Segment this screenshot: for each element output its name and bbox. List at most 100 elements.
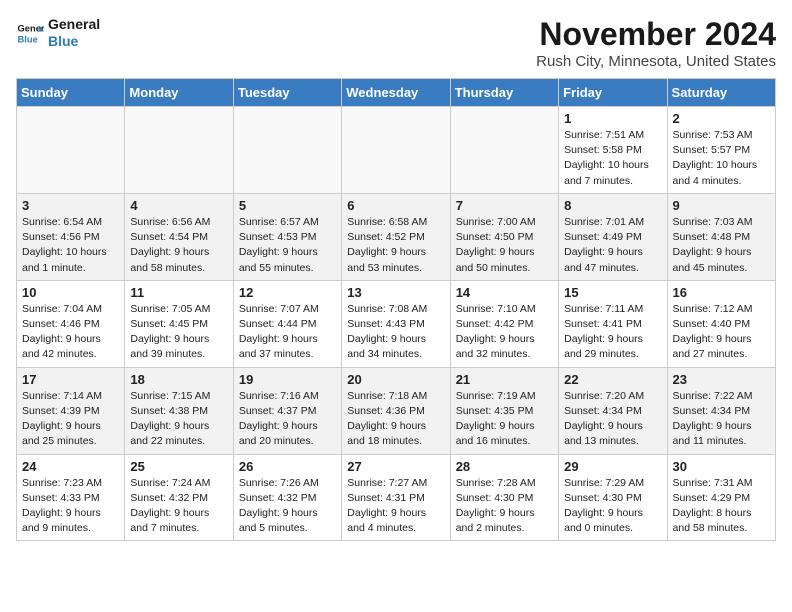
month-title: November 2024	[536, 16, 776, 53]
day-number: 16	[673, 285, 770, 300]
day-number: 4	[130, 198, 227, 213]
day-number: 15	[564, 285, 661, 300]
day-number: 13	[347, 285, 444, 300]
calendar-day-cell	[450, 107, 558, 194]
day-detail: Sunrise: 7:20 AM Sunset: 4:34 PM Dayligh…	[564, 389, 661, 450]
day-number: 25	[130, 459, 227, 474]
calendar-day-cell: 24 Sunrise: 7:23 AM Sunset: 4:33 PM Dayli…	[17, 454, 125, 541]
svg-text:Blue: Blue	[18, 34, 38, 44]
logo-blue: Blue	[48, 33, 100, 50]
calendar-day-cell: 10Sunrise: 7:04 AM Sunset: 4:46 PM Dayli…	[17, 280, 125, 367]
weekday-header: Monday	[125, 79, 233, 107]
day-number: 28	[456, 459, 553, 474]
weekday-header: Tuesday	[233, 79, 341, 107]
calendar-week-row: 24 Sunrise: 7:23 AM Sunset: 4:33 PM Dayli…	[17, 454, 776, 541]
calendar-day-cell: 3Sunrise: 6:54 AM Sunset: 4:56 PM Daylig…	[17, 193, 125, 280]
calendar-day-cell: 18 Sunrise: 7:15 AM Sunset: 4:38 PM Dayli…	[125, 367, 233, 454]
calendar-week-row: 10Sunrise: 7:04 AM Sunset: 4:46 PM Dayli…	[17, 280, 776, 367]
calendar-day-cell: 11 Sunrise: 7:05 AM Sunset: 4:45 PM Dayli…	[125, 280, 233, 367]
day-number: 11	[130, 285, 227, 300]
calendar-day-cell: 9 Sunrise: 7:03 AM Sunset: 4:48 PM Daylig…	[667, 193, 775, 280]
calendar-day-cell: 4 Sunrise: 6:56 AM Sunset: 4:54 PM Daylig…	[125, 193, 233, 280]
calendar-day-cell: 17 Sunrise: 7:14 AM Sunset: 4:39 PM Dayli…	[17, 367, 125, 454]
day-detail: Sunrise: 7:24 AM Sunset: 4:32 PM Dayligh…	[130, 476, 227, 537]
day-number: 2	[673, 111, 770, 126]
day-detail: Sunrise: 7:03 AM Sunset: 4:48 PM Dayligh…	[673, 215, 770, 276]
day-detail: Sunrise: 7:08 AM Sunset: 4:43 PM Dayligh…	[347, 302, 444, 363]
calendar-day-cell: 15 Sunrise: 7:11 AM Sunset: 4:41 PM Dayli…	[559, 280, 667, 367]
day-detail: Sunrise: 7:00 AM Sunset: 4:50 PM Dayligh…	[456, 215, 553, 276]
logo-icon: General Blue	[16, 19, 44, 47]
day-number: 9	[673, 198, 770, 213]
title-area: November 2024 Rush City, Minnesota, Unit…	[536, 16, 776, 70]
page-header: General Blue General Blue November 2024 …	[16, 16, 776, 70]
calendar-day-cell: 13 Sunrise: 7:08 AM Sunset: 4:43 PM Dayli…	[342, 280, 450, 367]
day-detail: Sunrise: 7:15 AM Sunset: 4:38 PM Dayligh…	[130, 389, 227, 450]
calendar-day-cell: 23 Sunrise: 7:22 AM Sunset: 4:34 PM Dayli…	[667, 367, 775, 454]
weekday-header: Thursday	[450, 79, 558, 107]
day-detail: Sunrise: 7:22 AM Sunset: 4:34 PM Dayligh…	[673, 389, 770, 450]
day-detail: Sunrise: 7:18 AM Sunset: 4:36 PM Dayligh…	[347, 389, 444, 450]
day-detail: Sunrise: 7:23 AM Sunset: 4:33 PM Dayligh…	[22, 476, 119, 537]
day-number: 17	[22, 372, 119, 387]
day-detail: Sunrise: 7:19 AM Sunset: 4:35 PM Dayligh…	[456, 389, 553, 450]
day-detail: Sunrise: 7:28 AM Sunset: 4:30 PM Dayligh…	[456, 476, 553, 537]
calendar-day-cell: 5Sunrise: 6:57 AM Sunset: 4:53 PM Daylig…	[233, 193, 341, 280]
day-number: 20	[347, 372, 444, 387]
day-detail: Sunrise: 7:27 AM Sunset: 4:31 PM Dayligh…	[347, 476, 444, 537]
day-detail: Sunrise: 7:05 AM Sunset: 4:45 PM Dayligh…	[130, 302, 227, 363]
weekday-header: Friday	[559, 79, 667, 107]
calendar-day-cell: 12Sunrise: 7:07 AM Sunset: 4:44 PM Dayli…	[233, 280, 341, 367]
calendar-day-cell: 1 Sunrise: 7:51 AM Sunset: 5:58 PM Daylig…	[559, 107, 667, 194]
day-detail: Sunrise: 7:11 AM Sunset: 4:41 PM Dayligh…	[564, 302, 661, 363]
calendar-week-row: 3Sunrise: 6:54 AM Sunset: 4:56 PM Daylig…	[17, 193, 776, 280]
day-number: 26	[239, 459, 336, 474]
calendar-day-cell	[342, 107, 450, 194]
calendar-day-cell: 27 Sunrise: 7:27 AM Sunset: 4:31 PM Dayli…	[342, 454, 450, 541]
day-detail: Sunrise: 7:14 AM Sunset: 4:39 PM Dayligh…	[22, 389, 119, 450]
day-detail: Sunrise: 7:31 AM Sunset: 4:29 PM Dayligh…	[673, 476, 770, 537]
day-number: 22	[564, 372, 661, 387]
day-number: 29	[564, 459, 661, 474]
weekday-header: Saturday	[667, 79, 775, 107]
day-number: 23	[673, 372, 770, 387]
weekday-header: Sunday	[17, 79, 125, 107]
day-number: 8	[564, 198, 661, 213]
calendar-day-cell	[17, 107, 125, 194]
day-number: 18	[130, 372, 227, 387]
calendar-day-cell: 7Sunrise: 7:00 AM Sunset: 4:50 PM Daylig…	[450, 193, 558, 280]
day-number: 24	[22, 459, 119, 474]
calendar-day-cell: 6 Sunrise: 6:58 AM Sunset: 4:52 PM Daylig…	[342, 193, 450, 280]
day-detail: Sunrise: 7:51 AM Sunset: 5:58 PM Dayligh…	[564, 128, 661, 189]
logo-general: General	[48, 16, 100, 33]
calendar-day-cell: 30 Sunrise: 7:31 AM Sunset: 4:29 PM Dayli…	[667, 454, 775, 541]
day-detail: Sunrise: 6:56 AM Sunset: 4:54 PM Dayligh…	[130, 215, 227, 276]
calendar-header-row: SundayMondayTuesdayWednesdayThursdayFrid…	[17, 79, 776, 107]
day-number: 12	[239, 285, 336, 300]
day-number: 5	[239, 198, 336, 213]
day-detail: Sunrise: 7:01 AM Sunset: 4:49 PM Dayligh…	[564, 215, 661, 276]
day-number: 27	[347, 459, 444, 474]
calendar-day-cell: 8 Sunrise: 7:01 AM Sunset: 4:49 PM Daylig…	[559, 193, 667, 280]
calendar-week-row: 1 Sunrise: 7:51 AM Sunset: 5:58 PM Daylig…	[17, 107, 776, 194]
day-number: 6	[347, 198, 444, 213]
calendar-table: SundayMondayTuesdayWednesdayThursdayFrid…	[16, 78, 776, 541]
day-detail: Sunrise: 7:12 AM Sunset: 4:40 PM Dayligh…	[673, 302, 770, 363]
calendar-day-cell: 16 Sunrise: 7:12 AM Sunset: 4:40 PM Dayli…	[667, 280, 775, 367]
calendar-day-cell: 29Sunrise: 7:29 AM Sunset: 4:30 PM Dayli…	[559, 454, 667, 541]
calendar-day-cell: 25 Sunrise: 7:24 AM Sunset: 4:32 PM Dayli…	[125, 454, 233, 541]
calendar-day-cell: 14Sunrise: 7:10 AM Sunset: 4:42 PM Dayli…	[450, 280, 558, 367]
weekday-header: Wednesday	[342, 79, 450, 107]
day-detail: Sunrise: 7:53 AM Sunset: 5:57 PM Dayligh…	[673, 128, 770, 189]
day-number: 30	[673, 459, 770, 474]
day-detail: Sunrise: 7:16 AM Sunset: 4:37 PM Dayligh…	[239, 389, 336, 450]
day-detail: Sunrise: 7:10 AM Sunset: 4:42 PM Dayligh…	[456, 302, 553, 363]
day-number: 1	[564, 111, 661, 126]
day-detail: Sunrise: 6:58 AM Sunset: 4:52 PM Dayligh…	[347, 215, 444, 276]
logo: General Blue General Blue	[16, 16, 100, 50]
calendar-day-cell: 2 Sunrise: 7:53 AM Sunset: 5:57 PM Daylig…	[667, 107, 775, 194]
calendar-day-cell: 20 Sunrise: 7:18 AM Sunset: 4:36 PM Dayli…	[342, 367, 450, 454]
location: Rush City, Minnesota, United States	[536, 53, 776, 70]
calendar-day-cell: 28 Sunrise: 7:28 AM Sunset: 4:30 PM Dayli…	[450, 454, 558, 541]
calendar-day-cell: 19Sunrise: 7:16 AM Sunset: 4:37 PM Dayli…	[233, 367, 341, 454]
